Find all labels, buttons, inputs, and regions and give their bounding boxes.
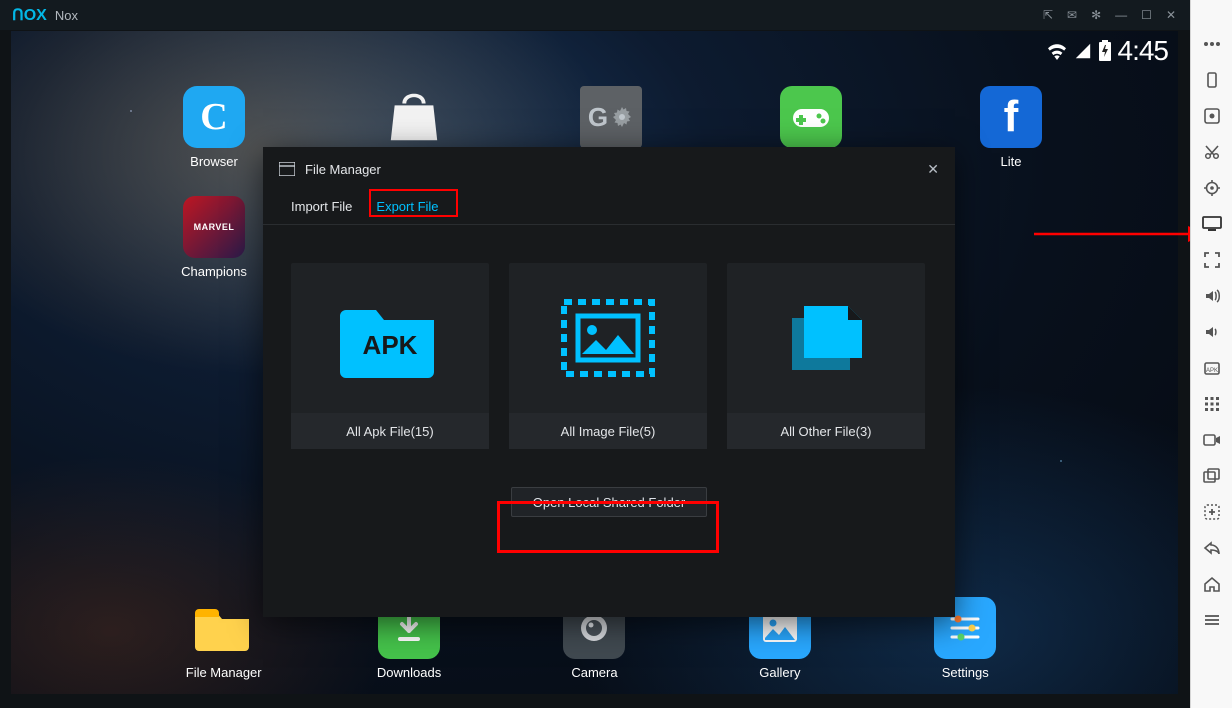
image-icon	[509, 263, 707, 413]
dock-label: Gallery	[735, 665, 825, 680]
app-label: Lite	[966, 154, 1056, 169]
sidebar-multi-instance-icon[interactable]	[1191, 458, 1232, 494]
sidebar-theme-icon[interactable]	[1191, 98, 1232, 134]
card-all-other[interactable]: All Other File(3)	[727, 263, 925, 449]
app-name: Nox	[55, 8, 78, 23]
tab-import-file[interactable]: Import File	[291, 191, 352, 224]
sidebar-volume-down-icon[interactable]	[1191, 314, 1232, 350]
apk-folder-icon: APK	[291, 263, 489, 413]
android-status-bar: 4:45	[1046, 35, 1169, 67]
app-store[interactable]	[369, 86, 459, 154]
emulator-viewport: 4:45 C Browser G f Lit	[11, 31, 1178, 694]
svg-text:APK: APK	[363, 330, 418, 360]
maximize-button[interactable]: ☐	[1141, 8, 1152, 22]
export-cards: APK All Apk File(15) All Image File(5) A…	[263, 225, 955, 463]
sidebar-fullscreen-icon[interactable]	[1191, 242, 1232, 278]
dock-label: Settings	[920, 665, 1010, 680]
battery-icon	[1098, 40, 1112, 62]
sidebar-shake-icon[interactable]	[1191, 62, 1232, 98]
file-stack-icon	[727, 263, 925, 413]
nox-logo: ᑎOX	[12, 5, 47, 25]
mail-icon[interactable]: ✉	[1067, 8, 1077, 22]
wifi-icon	[1046, 42, 1068, 60]
sidebar-record-icon[interactable]	[1191, 422, 1232, 458]
dialog-title: File Manager	[305, 162, 381, 177]
pin-icon[interactable]: ⇱	[1043, 8, 1053, 22]
dock-label: Downloads	[364, 665, 454, 680]
dialog-close-button[interactable]: ✕	[927, 161, 939, 178]
nox-window: ᑎOX Nox ⇱ ✉ ✻ — ☐ ✕ 4:45 C	[0, 0, 1190, 708]
app-gamepad[interactable]	[766, 86, 856, 154]
app-label: Browser	[169, 154, 259, 169]
app-google-settings[interactable]: G	[566, 86, 656, 154]
file-manager-dialog: File Manager ✕ Import File Export File A…	[263, 147, 955, 617]
dock-file-manager[interactable]: File Manager	[179, 597, 269, 680]
card-label: All Image File(5)	[509, 413, 707, 449]
window-controls: ⇱ ✉ ✻ — ☐ ✕	[1043, 8, 1176, 22]
settings-gear-icon[interactable]: ✻	[1091, 8, 1101, 22]
sidebar-file-transfer-icon[interactable]	[1191, 206, 1232, 242]
sidebar-add-icon[interactable]	[1191, 494, 1232, 530]
sidebar-home-icon[interactable]	[1191, 566, 1232, 602]
app-champions[interactable]: MARVEL Champions	[169, 196, 259, 279]
dock-label: File Manager	[179, 665, 269, 680]
app-browser[interactable]: C Browser	[169, 86, 259, 169]
nox-sidebar: APK	[1190, 0, 1232, 708]
card-all-apk[interactable]: APK All Apk File(15)	[291, 263, 489, 449]
card-label: All Other File(3)	[727, 413, 925, 449]
dock-label: Camera	[549, 665, 639, 680]
svg-text:APK: APK	[1206, 368, 1218, 374]
app-label: Champions	[169, 264, 259, 279]
sidebar-keymap-icon[interactable]	[1191, 386, 1232, 422]
open-local-shared-folder-button[interactable]: Open Local Shared Folder	[511, 487, 707, 517]
tab-export-file[interactable]: Export File	[376, 191, 438, 224]
sidebar-volume-up-icon[interactable]	[1191, 278, 1232, 314]
sidebar-apk-icon[interactable]: APK	[1191, 350, 1232, 386]
window-icon	[279, 162, 295, 176]
titlebar: ᑎOX Nox ⇱ ✉ ✻ — ☐ ✕	[0, 0, 1190, 30]
card-all-image[interactable]: All Image File(5)	[509, 263, 707, 449]
close-button[interactable]: ✕	[1166, 8, 1176, 22]
card-label: All Apk File(15)	[291, 413, 489, 449]
sidebar-location-icon[interactable]	[1191, 170, 1232, 206]
signal-icon	[1074, 42, 1092, 60]
sidebar-menu-icon[interactable]	[1191, 602, 1232, 638]
sidebar-more-icon[interactable]	[1191, 26, 1232, 62]
dialog-header: File Manager ✕	[263, 147, 955, 191]
clock: 4:45	[1118, 35, 1169, 67]
app-facebook-lite[interactable]: f Lite	[966, 86, 1056, 169]
dialog-tabs: Import File Export File	[263, 191, 955, 225]
sidebar-back-icon[interactable]	[1191, 530, 1232, 566]
minimize-button[interactable]: —	[1115, 8, 1127, 22]
sidebar-scissors-icon[interactable]	[1191, 134, 1232, 170]
